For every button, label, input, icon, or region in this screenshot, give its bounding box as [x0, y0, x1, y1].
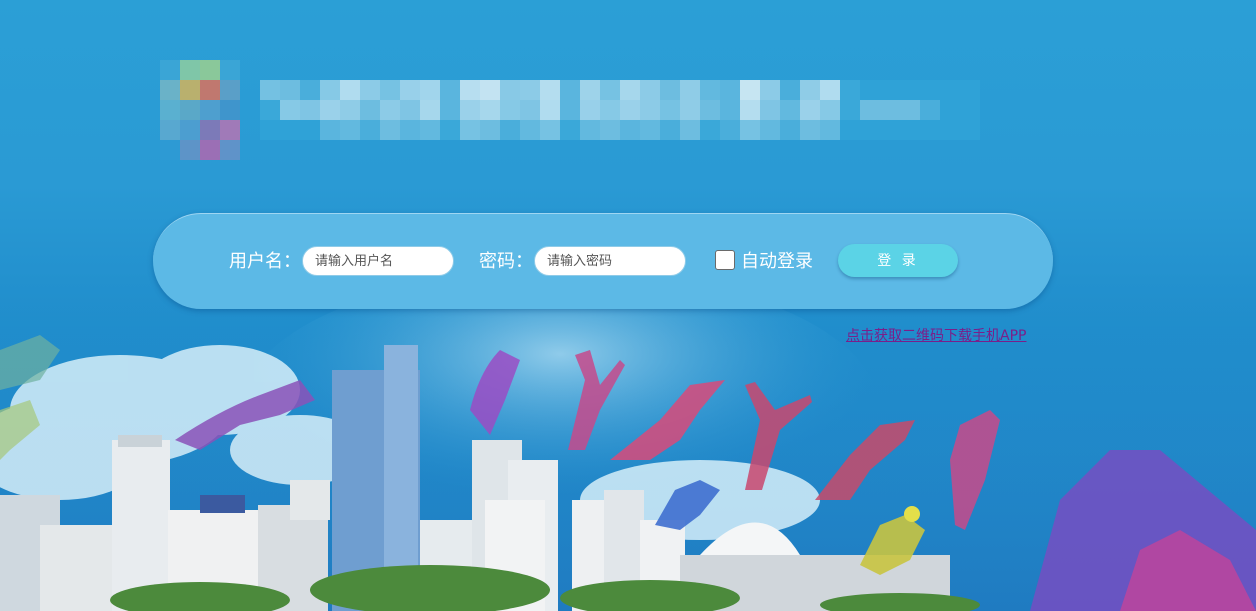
blurred-logo-image [160, 60, 240, 160]
username-label: 用户名： [229, 251, 301, 272]
login-form-bar: 用户名： 密码： 自动登录 登 录 [153, 213, 1053, 309]
password-label: 密码： [479, 251, 533, 272]
password-input[interactable] [534, 246, 686, 276]
qr-download-link[interactable]: 点击获取二维码下载手机APP [846, 325, 1026, 345]
login-page: 用户名： 密码： 自动登录 登 录 点击获取二维码下载手机APP [0, 0, 1256, 611]
auto-login-label[interactable]: 自动登录 [741, 251, 813, 273]
blurred-title-image [260, 80, 980, 140]
username-input[interactable] [302, 246, 454, 276]
auto-login-checkbox[interactable] [715, 250, 735, 270]
login-button[interactable]: 登 录 [838, 244, 958, 277]
city-skyline-image [0, 300, 1256, 611]
